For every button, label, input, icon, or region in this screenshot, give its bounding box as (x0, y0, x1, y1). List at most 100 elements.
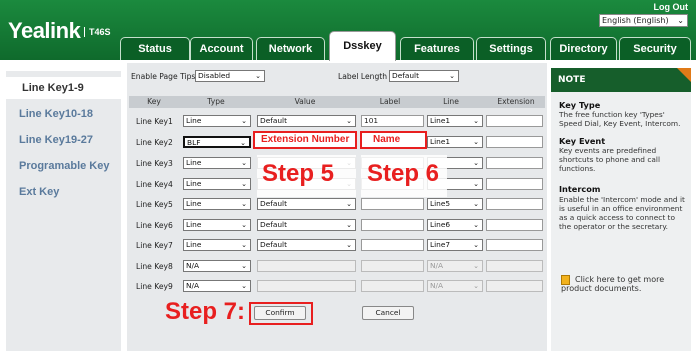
type-value: Line (186, 199, 202, 208)
sidebar-item-line-key19-27[interactable]: Line Key19-27 (6, 129, 121, 151)
value-select (257, 280, 356, 292)
type-select[interactable]: BLF ⌄ (183, 136, 251, 148)
label-length-select[interactable]: Default ⌄ (389, 70, 459, 82)
col-line: Line (443, 97, 459, 106)
chevron-down-icon: ⌄ (473, 200, 479, 208)
tab-network[interactable]: Network (256, 37, 325, 60)
sidebar-item-line-key1-9[interactable]: Line Key1-9 (6, 77, 121, 99)
label-length-label: Label Length (338, 72, 388, 81)
value-value: Default (260, 240, 288, 249)
line-value: N/A (430, 281, 444, 290)
type-select[interactable]: N/A ⌄ (183, 260, 251, 272)
line-value: Line1 (430, 116, 451, 125)
col-value: Value (294, 97, 316, 106)
value-select[interactable]: Default ⌄ (257, 219, 356, 231)
extension-input[interactable] (486, 115, 543, 127)
sidebar-item-programable-key[interactable]: Programable Key (6, 155, 121, 177)
type-select[interactable]: Line ⌄ (183, 219, 251, 231)
chevron-down-icon: ⌄ (241, 221, 247, 229)
line-select[interactable]: Line7 ⌄ (427, 239, 483, 251)
extension-input[interactable] (486, 157, 543, 169)
label-input[interactable]: 101 (361, 115, 424, 127)
note-docs-link[interactable]: Click here to get more product documents… (561, 275, 691, 293)
note-title: NOTE (558, 75, 586, 85)
annotation-step6: Step 6 (367, 160, 440, 187)
sidebar-item-line-key10-18[interactable]: Line Key10-18 (6, 103, 121, 125)
annotation-name: Name (373, 134, 401, 145)
type-select[interactable]: Line ⌄ (183, 198, 251, 210)
chevron-down-icon: ⌄ (677, 16, 684, 25)
type-select[interactable]: Line ⌄ (183, 239, 251, 251)
col-key: Key (147, 97, 161, 106)
type-value: N/A (186, 261, 200, 270)
chevron-down-icon: ⌄ (241, 241, 247, 249)
extension-input[interactable] (486, 239, 543, 251)
extension-input[interactable] (486, 136, 543, 148)
type-select[interactable]: Line ⌄ (183, 178, 251, 190)
line-value: Line5 (430, 199, 451, 208)
annotation-step5: Step 5 (262, 160, 335, 187)
chevron-down-icon: ⌄ (473, 180, 479, 188)
note-key-event-title: Key Event (559, 136, 606, 146)
chevron-down-icon: ⌄ (241, 159, 247, 167)
tab-settings[interactable]: Settings (476, 37, 546, 60)
tab-directory[interactable]: Directory (550, 37, 617, 60)
chevron-down-icon: ⌄ (346, 200, 352, 208)
chevron-down-icon: ⌄ (473, 262, 479, 270)
note-key-event-text: Key events are predefined shortcuts to p… (559, 146, 661, 173)
value-select[interactable]: Default ⌄ (257, 198, 356, 210)
chevron-down-icon: ⌄ (241, 262, 247, 270)
label-length-value: Default (392, 71, 420, 80)
row-key-label: Line Key9 (136, 282, 173, 291)
line-value: Line6 (430, 220, 451, 229)
chevron-down-icon: ⌄ (473, 241, 479, 249)
note-key-type-text: The free function key 'Types' Speed Dial… (559, 110, 681, 128)
type-select[interactable]: Line ⌄ (183, 115, 251, 127)
tab-account[interactable]: Account (190, 37, 253, 60)
row-key-label: Line Key2 (136, 138, 173, 147)
line-select[interactable]: Line5 ⌄ (427, 198, 483, 210)
row-key-label: Line Key5 (136, 200, 173, 209)
note-intercom-title: Intercom (559, 184, 601, 194)
line-value: Line7 (430, 240, 451, 249)
line-select[interactable]: Line6 ⌄ (427, 219, 483, 231)
label-input[interactable] (361, 239, 424, 251)
row-key-label: Line Key7 (136, 241, 173, 250)
tab-dsskey[interactable]: Dsskey (329, 31, 396, 61)
tab-features[interactable]: Features (400, 37, 474, 60)
line-select: N/A ⌄ (427, 280, 483, 292)
language-value: English (English) (602, 16, 669, 25)
value-select[interactable]: Default ⌄ (257, 239, 356, 251)
chevron-down-icon: ⌄ (449, 72, 455, 80)
language-select[interactable]: English (English) ⌄ (599, 14, 688, 27)
type-value: Line (186, 158, 202, 167)
type-select[interactable]: N/A ⌄ (183, 280, 251, 292)
cancel-button[interactable]: Cancel (362, 306, 414, 320)
chevron-down-icon: ⌄ (241, 180, 247, 188)
type-select[interactable]: Line ⌄ (183, 157, 251, 169)
row-key-label: Line Key8 (136, 262, 173, 271)
note-panel: NOTE Key Type The free function key 'Typ… (551, 68, 691, 351)
label-input[interactable] (361, 198, 424, 210)
extension-input[interactable] (486, 219, 543, 231)
extension-input[interactable] (486, 178, 543, 190)
line-select[interactable]: Line1 ⌄ (427, 136, 483, 148)
annotation-confirm-box (249, 302, 313, 325)
line-value: Line1 (430, 137, 451, 146)
page-tips-select[interactable]: Disabled ⌄ (195, 70, 265, 82)
extension-input[interactable] (486, 198, 543, 210)
line-select[interactable]: Line1 ⌄ (427, 115, 483, 127)
chevron-down-icon: ⌄ (241, 117, 247, 125)
tab-status[interactable]: Status (120, 37, 190, 60)
logout-link[interactable]: Log Out (654, 2, 689, 12)
row-key-label: Line Key1 (136, 117, 173, 126)
chevron-down-icon: ⌄ (241, 282, 247, 290)
tab-security[interactable]: Security (619, 37, 691, 60)
type-value: N/A (186, 281, 200, 290)
line-value: N/A (430, 261, 444, 270)
label-input[interactable] (361, 219, 424, 231)
value-select[interactable]: Default ⌄ (257, 115, 356, 127)
sidebar-item-ext-key[interactable]: Ext Key (6, 181, 121, 203)
chevron-down-icon: ⌄ (473, 117, 479, 125)
chevron-down-icon: ⌄ (346, 117, 352, 125)
